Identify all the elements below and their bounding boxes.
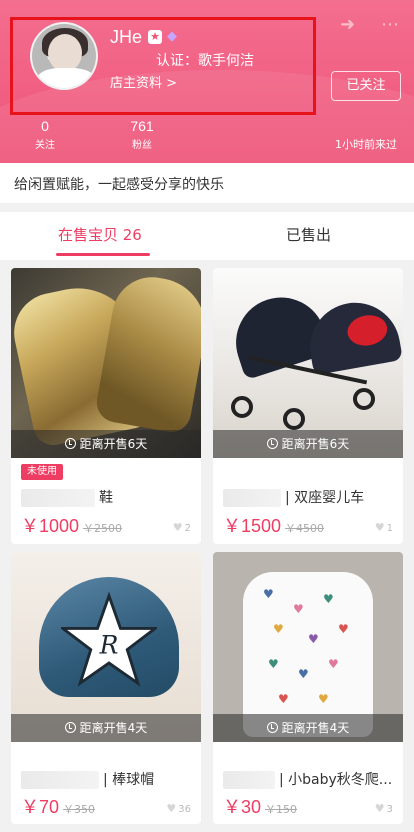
- stroller-wheel: [353, 388, 375, 410]
- active-tab-indicator: [56, 253, 150, 256]
- likes[interactable]: ♥ 1: [375, 521, 393, 534]
- shop-header: JHe ★ ◆ 认证：歌手何洁 店主资料 > ➜ ⋯ 已关注 0 关注 761 …: [0, 0, 414, 163]
- more-icon[interactable]: ⋯: [381, 14, 401, 35]
- sale-countdown: 距离开售6天: [11, 430, 201, 458]
- price-row: ￥1000 ￥2500 ♥ 2: [21, 512, 199, 536]
- price-row: ￥30 ￥150 ♥ 3: [223, 793, 401, 817]
- product-title-text: | 棒球帽: [103, 772, 155, 788]
- stroller-wheel: [283, 408, 305, 430]
- product-title-text: | 双座婴儿车: [285, 490, 365, 506]
- sale-countdown: 距离开售4天: [213, 714, 403, 742]
- price: ￥70: [21, 797, 60, 817]
- product-photo-onesie[interactable]: ♥ ♥ ♥ ♥ ♥ ♥ ♥ ♥ ♥ ♥ ♥ 距离开售4天: [213, 552, 403, 742]
- countdown-text: 距离开售4天: [281, 721, 350, 735]
- price: ￥1500: [223, 516, 282, 536]
- product-title-text: 鞋: [99, 490, 113, 506]
- tab-bar: 在售宝贝 26 已售出: [0, 212, 414, 260]
- price-row: ￥1500 ￥4500 ♥ 1: [223, 512, 401, 536]
- likes-count: 3: [386, 804, 393, 815]
- unused-tag: 未使用: [21, 464, 63, 480]
- clock-icon: [64, 722, 76, 733]
- highlight-box: [10, 17, 316, 115]
- product-card[interactable]: ♥ ♥ ♥ ♥ ♥ ♥ ♥ ♥ ♥ ♥ ♥ 距离开售4天 | 小baby秋冬爬.…: [213, 552, 403, 824]
- following-stat[interactable]: 0 关注: [25, 118, 65, 151]
- following-label: 关注: [35, 140, 55, 151]
- likes-count: 2: [184, 523, 191, 534]
- stroller-wheel: [231, 396, 253, 418]
- slogan-bar: 给闲置赋能，一起感受分享的快乐: [0, 163, 414, 203]
- following-count: 0: [41, 118, 49, 134]
- product-photo-cap[interactable]: R 距离开售4天: [11, 552, 201, 742]
- original-price: ￥350: [63, 803, 96, 816]
- tab-on-sale[interactable]: 在售宝贝 26: [58, 224, 142, 245]
- share-icon[interactable]: ➜: [340, 14, 360, 35]
- last-seen-text: 1小时前来过: [335, 138, 397, 151]
- tab-sold[interactable]: 已售出: [286, 224, 331, 245]
- sale-countdown: 距离开售4天: [11, 714, 201, 742]
- redacted-text: [21, 771, 99, 789]
- original-price: ￥4500: [285, 522, 325, 535]
- original-price: ￥2500: [83, 522, 123, 535]
- fans-count: 761: [130, 118, 154, 134]
- heart-icon: ♥: [374, 802, 385, 815]
- star-icon: R: [61, 592, 157, 687]
- fans-label: 粉丝: [132, 140, 152, 151]
- clock-icon: [266, 722, 278, 733]
- clock-icon: [64, 438, 76, 449]
- sale-countdown: 距离开售6天: [213, 430, 403, 458]
- likes-count: 1: [386, 523, 393, 534]
- price: ￥30: [223, 797, 262, 817]
- product-card[interactable]: 距离开售6天 未使用 鞋 ￥1000 ￥2500 ♥ 2: [11, 268, 201, 544]
- follow-button[interactable]: 已关注: [331, 71, 401, 101]
- fans-stat[interactable]: 761 粉丝: [120, 118, 164, 151]
- product-title: | 双座婴儿车: [223, 487, 401, 507]
- redacted-text: [21, 489, 95, 507]
- clock-icon: [266, 438, 278, 449]
- heart-icon: ♥: [172, 521, 183, 534]
- slogan-text: 给闲置赋能，一起感受分享的快乐: [14, 177, 224, 193]
- heart-icon: ♥: [374, 521, 385, 534]
- stroller-red-lining: [345, 312, 390, 349]
- product-card[interactable]: 距离开售6天 | 双座婴儿车 ￥1500 ￥4500 ♥ 1: [213, 268, 403, 544]
- product-title: | 小baby秋冬爬...: [223, 769, 401, 789]
- countdown-text: 距离开售6天: [79, 437, 148, 451]
- product-title: | 棒球帽: [21, 769, 199, 789]
- original-price: ￥150: [265, 803, 298, 816]
- price-row: ￥70 ￥350 ♥ 36: [21, 793, 199, 817]
- svg-text:R: R: [99, 630, 119, 659]
- likes[interactable]: ♥ 36: [166, 802, 191, 815]
- countdown-text: 距离开售4天: [79, 721, 148, 735]
- product-title: 鞋: [21, 487, 199, 507]
- countdown-text: 距离开售6天: [281, 437, 350, 451]
- product-photo-sneakers[interactable]: 距离开售6天: [11, 268, 201, 458]
- likes[interactable]: ♥ 3: [375, 802, 393, 815]
- likes-count: 36: [178, 804, 191, 815]
- product-photo-stroller[interactable]: 距离开售6天: [213, 268, 403, 458]
- product-card[interactable]: R 距离开售4天 | 棒球帽 ￥70 ￥350 ♥ 36: [11, 552, 201, 824]
- product-title-text: | 小baby秋冬爬...: [279, 772, 393, 788]
- price: ￥1000: [21, 516, 80, 536]
- redacted-text: [223, 489, 281, 507]
- heart-icon: ♥: [166, 802, 177, 815]
- likes[interactable]: ♥ 2: [173, 521, 191, 534]
- redacted-text: [223, 771, 275, 789]
